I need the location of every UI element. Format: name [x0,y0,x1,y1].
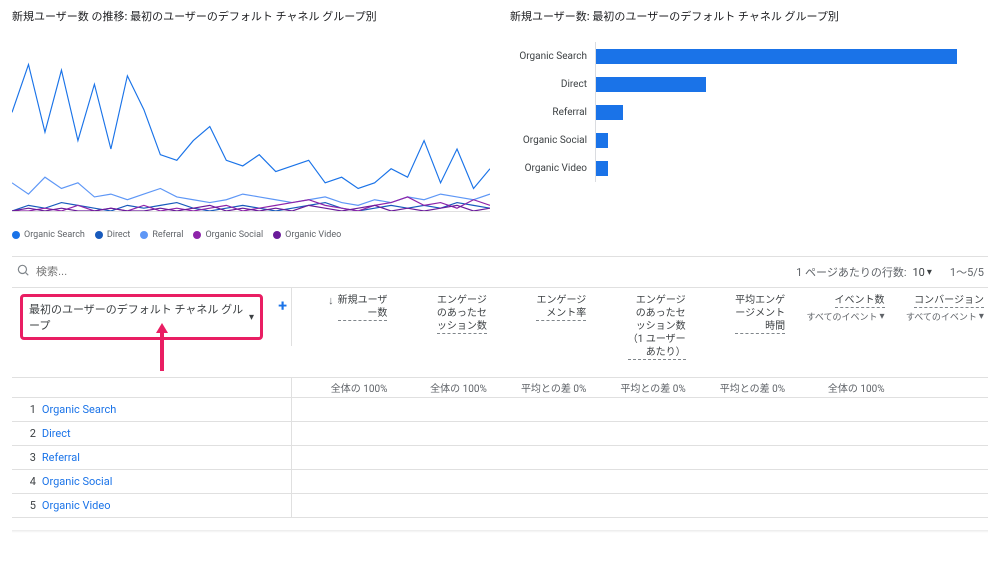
metric-label: コンバージョン [914,294,984,308]
search-row: 1 ページあたりの行数: 10 ▾ 1～5/5 [12,257,988,288]
search-icon [16,263,30,281]
bar-track [595,70,988,98]
bar-fill [596,133,608,148]
metric-label: エンゲージメント率 [536,294,586,321]
bar-label: Organic Social [510,135,595,146]
legend-item[interactable]: Direct [95,230,131,240]
table-summary-row: 全体の 100%全体の 100%平均との差 0%平均との差 0%平均との差 0%… [12,378,988,398]
bar-row[interactable]: Organic Social [510,126,988,154]
dimension-selector[interactable]: 最初のユーザーのデフォルト チャネル グループ ▾ [20,294,263,340]
legend-item[interactable]: Referral [140,230,183,240]
line-chart[interactable] [12,32,490,212]
search-input[interactable] [36,266,790,278]
rows-per-page-label: 1 ページあたりの行数: [796,264,906,280]
metric-label: エンゲージのあったセッション数 [437,294,487,334]
rows-per-page-select[interactable]: 10 ▾ [913,266,932,279]
bar-row[interactable]: Organic Search [510,42,988,70]
chevron-down-icon: ▾ [249,312,254,323]
metric-header[interactable]: イベント数すべてのイベント▾ [789,288,888,366]
bar-chart-panel: 新規ユーザー数: 最初のユーザーのデフォルト チャネル グループ別 Organi… [510,8,988,240]
chevron-down-icon: ▾ [927,267,932,278]
row-dimension[interactable]: Organic Video [42,499,291,512]
row-number: 5 [12,499,42,512]
legend-dot-icon [273,231,281,239]
bar-label: Referral [510,107,595,118]
legend-item[interactable]: Organic Search [12,230,85,240]
metric-header[interactable]: 平均エンゲージメント時間 [690,288,789,366]
metric-label: 新規ユーザー数 [338,294,388,321]
legend-label: Organic Social [205,230,263,240]
row-dimension[interactable]: Organic Search [42,403,291,416]
bar-chart[interactable]: Organic Search Direct Referral Organic Soci… [510,32,988,212]
chevron-down-icon: ▾ [880,311,885,322]
legend-dot-icon [193,231,201,239]
row-number: 3 [12,451,42,464]
bar-track [595,42,988,70]
line-chart-panel: 新規ユーザー数 の推移: 最初のユーザーのデフォルト チャネル グループ別 Or… [12,8,490,240]
bar-fill [596,105,623,120]
metric-header[interactable]: エンゲージのあったセッション数（1 ユーザーあたり） [590,288,689,366]
bar-fill [596,161,608,176]
bar-row[interactable]: Direct [510,70,988,98]
bar-label: Organic Search [510,51,595,62]
row-dimension[interactable]: Referral [42,451,291,464]
metric-header[interactable]: コンバージョンすべてのイベント▾ [889,288,988,366]
legend-label: Organic Video [285,230,341,240]
bar-label: Direct [510,79,595,90]
summary-cell: 平均との差 0% [590,380,689,395]
row-dimension[interactable]: Direct [42,427,291,440]
summary-cell: 平均との差 0% [690,380,789,395]
metric-label: エンゲージのあったセッション数（1 ユーザーあたり） [628,294,686,360]
metric-header[interactable]: ↓ 新規ユーザー数 [292,288,391,366]
metric-header[interactable]: エンゲージメント率 [491,288,590,366]
legend-dot-icon [140,231,148,239]
legend-dot-icon [95,231,103,239]
row-number: 4 [12,475,42,488]
row-number: 1 [12,403,42,416]
legend-item[interactable]: Organic Social [193,230,263,240]
metric-sublabel[interactable]: すべてのイベント▾ [906,310,984,323]
summary-cell [889,380,988,395]
bar-row[interactable]: Referral [510,98,988,126]
metric-header[interactable]: エンゲージのあったセッション数 [391,288,490,366]
pagination-range: 1～5/5 [950,264,984,280]
table-row[interactable]: 5Organic Video [12,494,988,518]
legend-dot-icon [12,231,20,239]
metric-label: イベント数 [835,294,885,308]
summary-cell: 全体の 100% [789,380,888,395]
line-chart-title: 新規ユーザー数 の推移: 最初のユーザーのデフォルト チャネル グループ別 [12,8,490,24]
legend-label: Direct [107,230,131,240]
legend-label: Organic Search [24,230,85,240]
summary-cell: 全体の 100% [391,380,490,395]
table-row[interactable]: 3Referral [12,446,988,470]
table-row[interactable]: 4Organic Social [12,470,988,494]
chevron-down-icon: ▾ [979,311,984,322]
row-dimension[interactable]: Organic Social [42,475,291,488]
add-dimension-button[interactable]: + [278,296,287,315]
summary-cell: 全体の 100% [292,380,391,395]
bar-row[interactable]: Organic Video [510,154,988,182]
bar-label: Organic Video [510,163,595,174]
bar-fill [596,77,706,92]
bottom-shadow [12,530,988,533]
annotation-arrow-icon [152,323,172,373]
sort-arrow-icon: ↓ [328,294,334,307]
bar-track [595,126,988,154]
legend-item[interactable]: Organic Video [273,230,341,240]
summary-cell: 平均との差 0% [491,380,590,395]
legend-label: Referral [152,230,183,240]
pagination: 1 ページあたりの行数: 10 ▾ 1～5/5 [796,264,984,280]
metric-sublabel[interactable]: すべてのイベント▾ [806,310,884,323]
bar-chart-title: 新規ユーザー数: 最初のユーザーのデフォルト チャネル グループ別 [510,8,988,24]
metric-label: 平均エンゲージメント時間 [735,294,785,334]
row-number: 2 [12,427,42,440]
table-row[interactable]: 1Organic Search [12,398,988,422]
bar-track [595,98,988,126]
table-header-row: 最初のユーザーのデフォルト チャネル グループ ▾ + ↓ 新規ユーザー数 エンゲー… [12,288,988,378]
bar-track [595,154,988,182]
bar-fill [596,49,957,64]
line-chart-legend: Organic Search Direct Referral Organic Soci… [12,230,490,240]
table-row[interactable]: 2Direct [12,422,988,446]
dimension-header-cell: 最初のユーザーのデフォルト チャネル グループ ▾ + [12,288,292,346]
